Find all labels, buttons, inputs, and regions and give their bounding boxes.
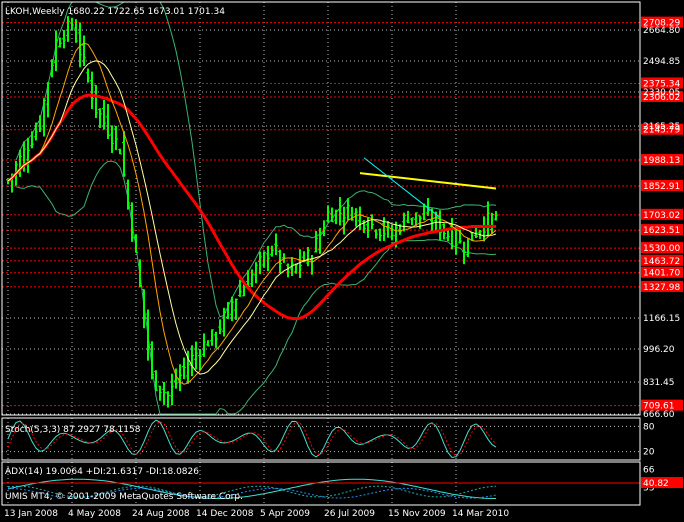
level-label: 1623.51 [643,226,680,236]
x-tick-label: 24 Aug 2008 [132,509,190,519]
x-tick-label: 13 Jan 2008 [4,509,58,519]
level-label: 1401.70 [643,269,680,279]
main-info-text: LKOH,Weekly 1680.22 1722.65 1673.01 1701… [5,7,225,17]
price-tick-label: 2664.80 [643,26,680,36]
x-tick-label: 14 Mar 2010 [452,509,509,519]
price-tick-label: 80 [643,422,655,432]
price-tick-label: 2494.85 [643,57,680,67]
price-tick-label: 20 [643,448,655,458]
price-tick-label: 2165.25 [643,122,680,132]
stoch-info-text: Stoch(5,3,3) 87.2927 78.1158 [5,425,141,435]
level-label: 1530.00 [643,244,680,254]
level-label: 1327.98 [643,283,680,293]
price-tick-label: 996.20 [643,345,675,355]
level-label: 1988.13 [643,156,680,166]
price-tick-label: 1166.15 [643,314,680,324]
x-tick-label: 26 Jul 2009 [324,509,375,519]
level-label: 1703.02 [643,211,680,221]
price-tick-label: 666.60 [643,410,675,420]
x-tick-label: 5 Apr 2009 [260,509,310,519]
price-tick-label: 66 [643,466,655,476]
x-tick-label: 15 Nov 2009 [388,509,446,519]
price-chart[interactable]: 2708.292375.342306.022145.791988.131852.… [0,0,684,522]
adx-info-text: ADX(14) 19.0064 +DI:21.6317 -DI:18.0826 [5,467,199,477]
price-tick-label: 831.45 [643,378,675,388]
x-tick-label: 14 Dec 2008 [196,509,254,519]
level-label: 1852.91 [643,182,680,192]
copyright-text: UMIS MT4, © 2001-2009 MetaQuotes Softwar… [5,492,243,502]
level-label: 1463.72 [643,257,680,267]
x-tick-label: 4 May 2008 [68,509,121,519]
level-label: 40.82 [643,479,669,489]
price-tick-label: 2330.05 [643,88,680,98]
